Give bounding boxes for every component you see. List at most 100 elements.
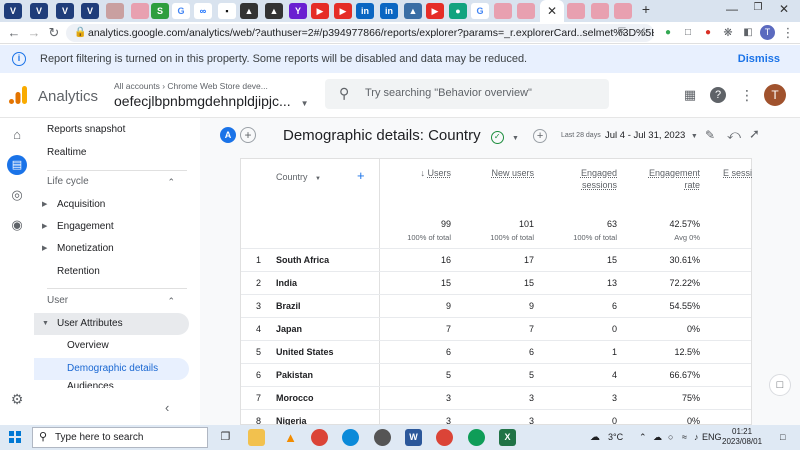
check-circle-icon[interactable]: ✓: [490, 131, 504, 144]
weather-icon[interactable]: ☁: [590, 432, 600, 443]
sidebar-section-life-cycle[interactable]: Life cycle ⌃: [34, 171, 189, 193]
sidebar-item-acquisition[interactable]: ▶ Acquisition: [34, 194, 189, 216]
network-icon[interactable]: ○: [668, 432, 673, 442]
window-close-icon[interactable]: ✕: [774, 2, 794, 16]
extension-icon[interactable]: ●: [660, 27, 676, 38]
cloud-icon[interactable]: ☁: [653, 432, 662, 443]
sidebar-item-reports-snapshot[interactable]: Reports snapshot: [34, 119, 189, 141]
analytics-logo-icon[interactable]: [8, 85, 28, 105]
browser-tab[interactable]: [494, 3, 512, 19]
notifications-icon[interactable]: □: [780, 432, 785, 442]
bookmark-star-icon[interactable]: ☆: [636, 25, 652, 39]
extension-icon[interactable]: □: [680, 27, 696, 38]
table-row[interactable]: 5 United States 6 6 1 12.5%: [241, 340, 751, 363]
browser-tab[interactable]: ▲: [240, 3, 258, 19]
account-avatar[interactable]: T: [764, 84, 786, 106]
apps-grid-icon[interactable]: ▦: [681, 86, 699, 104]
address-bar[interactable]: 🔒 analytics.google.com/analytics/web/?au…: [66, 24, 654, 42]
sidebar-item-realtime[interactable]: Realtime: [34, 142, 189, 164]
comparison-badge[interactable]: A: [220, 127, 236, 143]
account-breadcrumb[interactable]: All accounts › Chrome Web Store deve...: [114, 81, 268, 91]
chrome-icon[interactable]: [436, 429, 453, 446]
sidebar-item-engagement[interactable]: ▶ Engagement: [34, 216, 189, 238]
task-view-icon[interactable]: ❐: [217, 429, 234, 446]
vlc-icon[interactable]: ▲: [282, 429, 299, 446]
feedback-icon[interactable]: □: [769, 374, 791, 396]
chrome-icon[interactable]: [311, 429, 328, 446]
dimension-header[interactable]: Country ▼: [276, 171, 321, 185]
table-row[interactable]: 2 India 15 15 13 72.22%: [241, 271, 751, 294]
chrome-icon[interactable]: [468, 429, 485, 446]
excel-icon[interactable]: X: [499, 429, 516, 446]
more-vert-icon[interactable]: ⋮: [738, 86, 756, 104]
system-clock[interactable]: 01:21 2023/08/01: [722, 427, 762, 447]
profile-avatar[interactable]: T: [760, 25, 775, 40]
browser-tab[interactable]: [131, 3, 149, 19]
taskbar-search-input[interactable]: ⚲ Type here to search: [32, 427, 208, 448]
table-row[interactable]: 3 Brazil 9 9 6 54.55%: [241, 294, 751, 317]
caret-down-icon[interactable]: ▼: [512, 135, 519, 142]
sidebar-item-retention[interactable]: Retention: [34, 261, 189, 283]
minimize-icon[interactable]: —: [722, 2, 742, 16]
restore-icon[interactable]: ❐: [748, 2, 768, 13]
sidebar-section-user[interactable]: User ⌃: [34, 290, 189, 312]
add-dimension-button[interactable]: +: [357, 168, 365, 183]
browser-tab[interactable]: ▲: [404, 3, 422, 19]
browser-tab[interactable]: G: [172, 3, 190, 19]
sidebar-item-monetization[interactable]: ▶ Monetization: [34, 238, 189, 260]
browser-tab[interactable]: G: [471, 3, 489, 19]
file-explorer-icon[interactable]: [248, 429, 265, 446]
side-panel-icon[interactable]: ◧: [740, 27, 756, 38]
windows-start-icon[interactable]: [9, 431, 21, 443]
browser-tab[interactable]: V: [30, 3, 48, 19]
customize-report-icon[interactable]: ✎: [705, 128, 715, 142]
table-row[interactable]: 6 Pakistan 5 5 4 66.67%: [241, 363, 751, 386]
browser-tab[interactable]: S: [151, 3, 169, 19]
browser-tab[interactable]: [591, 3, 609, 19]
browser-tab[interactable]: ▲: [265, 3, 283, 19]
date-range-selector[interactable]: Jul 4 - Jul 31, 2023 ▼: [605, 130, 698, 141]
column-header-new-users[interactable]: New users: [481, 167, 534, 179]
back-button[interactable]: ←: [6, 25, 22, 40]
share-icon[interactable]: ⇱: [614, 27, 630, 38]
volume-icon[interactable]: ♪: [694, 432, 699, 442]
search-input[interactable]: ⚲ Try searching "Behavior overview": [325, 79, 609, 109]
sidebar-item-user-attributes[interactable]: ▼ User Attributes: [34, 313, 189, 335]
tray-chevron-up-icon[interactable]: ⌃: [639, 432, 647, 443]
home-icon[interactable]: ⌂: [8, 126, 26, 144]
reports-icon[interactable]: ▤: [7, 155, 27, 175]
browser-tab[interactable]: ∞: [194, 3, 212, 19]
forward-button[interactable]: →: [26, 25, 42, 40]
sidebar-item-overview[interactable]: Overview: [34, 335, 189, 357]
tab-close-icon[interactable]: ✕: [547, 4, 557, 18]
browser-tab[interactable]: ▪: [218, 3, 236, 19]
browser-tab[interactable]: ▶: [334, 3, 352, 19]
table-row[interactable]: 8 Nigeria 3 3 0 0%: [241, 409, 751, 425]
sidebar-item-audiences[interactable]: Audiences: [34, 380, 189, 388]
input-language[interactable]: ENG: [702, 432, 722, 442]
browser-tab[interactable]: V: [4, 3, 22, 19]
browser-tab[interactable]: ●: [449, 3, 467, 19]
active-browser-tab[interactable]: ✕: [540, 0, 564, 22]
browser-tab[interactable]: ▶: [426, 3, 444, 19]
explore-icon[interactable]: ◎: [8, 186, 26, 204]
admin-gear-icon[interactable]: ⚙: [8, 390, 26, 408]
browser-tab[interactable]: in: [356, 3, 374, 19]
weather-temperature[interactable]: 3°C: [608, 432, 623, 442]
table-row[interactable]: 1 South Africa 16 17 15 30.61%: [241, 248, 751, 271]
reload-button[interactable]: ↻: [46, 25, 62, 41]
extension-icon[interactable]: ●: [700, 27, 716, 38]
new-tab-button[interactable]: +: [636, 1, 656, 17]
insights-icon[interactable]: ➚: [749, 126, 760, 142]
browser-tab[interactable]: [106, 3, 124, 19]
dismiss-button[interactable]: Dismiss: [738, 53, 780, 65]
add-comparison-icon[interactable]: +: [533, 129, 548, 143]
browser-menu-icon[interactable]: ⋮: [780, 25, 796, 41]
browser-tab[interactable]: V: [81, 3, 99, 19]
browser-tab[interactable]: V: [56, 3, 74, 19]
column-header-engagement-rate[interactable]: Engagement rate: [636, 167, 700, 191]
browser-tab[interactable]: in: [380, 3, 398, 19]
wifi-icon[interactable]: ≈: [682, 432, 687, 442]
edge-icon[interactable]: [342, 429, 359, 446]
browser-tab[interactable]: [567, 3, 585, 19]
